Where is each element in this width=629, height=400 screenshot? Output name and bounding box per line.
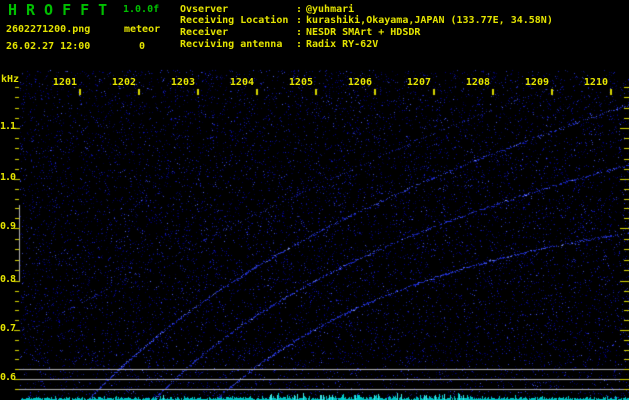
x-tick-label: 1206 xyxy=(347,77,372,88)
meteor-count-label: meteor xyxy=(124,24,161,35)
station-row-value: NESDR SMArt + HDSDR xyxy=(306,27,421,38)
station-row-label: Receiving Location xyxy=(180,15,289,26)
y-tick-label: 0.9 xyxy=(0,221,16,232)
station-row-value: kurashiki,Okayama,JAPAN (133.77E, 34.58N… xyxy=(306,15,553,26)
station-row-value: @yuhmari xyxy=(306,4,355,15)
x-tick-label: 1210 xyxy=(583,77,608,88)
station-row-label: Ovserver xyxy=(180,4,229,15)
hrofft-window: HROFFT 1.0.0f 2602271200.png meteor 26.0… xyxy=(0,0,629,400)
x-tick-label: 1201 xyxy=(52,77,77,88)
spectrogram-canvas xyxy=(0,0,629,400)
x-tick-label: 1202 xyxy=(111,77,136,88)
x-tick-label: 1207 xyxy=(406,77,431,88)
station-row-label: Recviving antenna xyxy=(180,39,283,50)
app-version: 1.0.0f xyxy=(123,4,160,15)
station-row-separator: : xyxy=(296,15,303,26)
capture-datetime: 26.02.27 12:00 xyxy=(6,41,91,52)
y-axis-unit-label: kHz xyxy=(1,74,20,85)
station-row-separator: : xyxy=(296,27,303,38)
y-tick-label: 1.0 xyxy=(0,172,16,183)
x-tick-label: 1205 xyxy=(288,77,313,88)
station-row-value: Radix RY-62V xyxy=(306,39,379,50)
x-tick-label: 1208 xyxy=(465,77,490,88)
y-tick-label: 0.6 xyxy=(0,372,16,383)
y-tick-label: 0.8 xyxy=(0,274,16,285)
x-tick-label: 1203 xyxy=(170,77,195,88)
meteor-count-value: 0 xyxy=(139,41,146,52)
app-title: HROFFT xyxy=(8,1,117,19)
station-row-label: Receiver xyxy=(180,27,229,38)
station-row-separator: : xyxy=(296,39,303,50)
x-tick-label: 1209 xyxy=(524,77,549,88)
station-row-separator: : xyxy=(296,4,303,15)
x-tick-label: 1204 xyxy=(229,77,254,88)
y-tick-label: 1.1 xyxy=(0,121,16,132)
capture-filename: 2602271200.png xyxy=(6,24,91,35)
y-tick-label: 0.7 xyxy=(0,323,16,334)
